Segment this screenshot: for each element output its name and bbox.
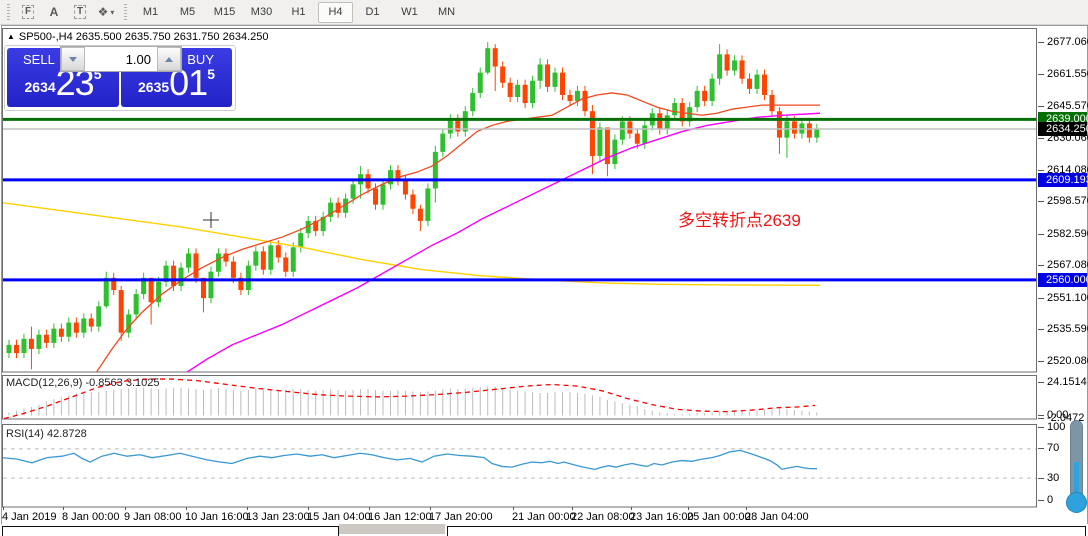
volume-decrease-button[interactable] (61, 47, 85, 71)
docked-window-divider (339, 524, 445, 534)
price-axis-tick: 2567.080 (1047, 259, 1088, 271)
date-axis-label: 15 Jan 04:00 (307, 511, 371, 523)
dropdown-caret-icon: ▾ (110, 8, 114, 17)
date-axis-label: 17 Jan 20:00 (429, 511, 493, 523)
docked-windows-strip (0, 524, 1088, 534)
timeframe-d1[interactable]: D1 (355, 2, 390, 23)
date-axis-label: 16 Jan 12:00 (368, 511, 432, 523)
rsi-axis-tick: 0 (1047, 494, 1053, 506)
chart-shift-icon[interactable]: F (16, 2, 40, 22)
date-axis-label: 8 Jan 00:00 (62, 511, 120, 523)
timeframe-toolbar: M1M5M15M30H1H4D1W1MN (132, 2, 465, 23)
date-axis-label: 9 Jan 08:00 (124, 511, 182, 523)
price-axis-tick: 2598.570 (1047, 195, 1088, 207)
mt4-terminal: { "toolbar": { "tools": [ {"name": "char… (0, 0, 1088, 534)
buy-price-small: 2635 (138, 79, 169, 95)
timeframe-m1[interactable]: M1 (133, 2, 168, 23)
price-level-badge: 2634.250 (1038, 122, 1087, 136)
timeframe-w1[interactable]: W1 (392, 2, 427, 23)
text-tool-icon[interactable]: A (42, 2, 66, 22)
date-axis-label: 28 Jan 04:00 (745, 511, 809, 523)
price-axis-tick: 2677.060 (1047, 36, 1088, 48)
arrow-up-icon (165, 57, 173, 62)
price-level-badge: 2609.193 (1038, 173, 1087, 187)
docked-window-edge (2, 526, 339, 536)
rsi-axis-tick: 70 (1047, 442, 1059, 454)
rsi-indicator-label: RSI(14) 42.8728 (6, 428, 87, 440)
date-axis-label: 25 Jan 00:00 (687, 511, 751, 523)
timeframe-m5[interactable]: M5 (170, 2, 205, 23)
date-axis-label: 4 Jan 2019 (2, 511, 56, 523)
chart-text-annotation[interactable]: 多空转折点2639 (678, 206, 801, 231)
price-axis-tick: 2535.590 (1047, 323, 1088, 335)
date-axis-label: 10 Jan 16:00 (185, 511, 249, 523)
thermometer-bulb (1066, 492, 1087, 513)
collapse-panel-icon[interactable]: ▲ (7, 32, 15, 41)
symbol-ohlc-text: SP500-,H4 2635.500 2635.750 2631.750 263… (19, 31, 269, 43)
sell-price-small: 2634 (25, 79, 56, 95)
price-axis-tick: 2661.550 (1047, 68, 1088, 80)
toolbar-grip[interactable] (124, 4, 127, 20)
volume-input[interactable]: 1.00 (85, 47, 157, 71)
date-axis-label: 23 Jan 16:00 (630, 511, 694, 523)
price-axis-tick: 2520.080 (1047, 355, 1088, 367)
text-label-tool-icon[interactable]: T (68, 2, 92, 22)
indicator-cycle-icon[interactable]: ❖▾ (94, 2, 118, 22)
chart-title: ▲ SP500-,H4 2635.500 2635.750 2631.750 26… (7, 31, 268, 43)
timeframe-m15[interactable]: M15 (207, 2, 242, 23)
price-axis-tick: 2582.590 (1047, 228, 1088, 240)
timeframe-m30[interactable]: M30 (244, 2, 279, 23)
price-axis-tick: 2551.100 (1047, 292, 1088, 304)
macd-axis-tick: 24.1514 (1047, 376, 1087, 388)
rsi-axis-tick: 30 (1047, 472, 1059, 484)
timeframe-h1[interactable]: H1 (281, 2, 316, 23)
date-axis-label: 13 Jan 23:00 (246, 511, 310, 523)
one-click-trading-panel: SELL 2634235 BUY 2635015 1.00 (4, 45, 236, 111)
price-level-badge: 2560.000 (1038, 273, 1087, 287)
buy-price-sup: 5 (207, 66, 215, 82)
timeframe-mn[interactable]: MN (429, 2, 464, 23)
timeframe-h4[interactable]: H4 (318, 2, 353, 23)
volume-spinner: 1.00 (60, 46, 182, 72)
toolbar-grip[interactable] (7, 4, 10, 20)
drawing-tools-group: FAT❖▾ (15, 2, 119, 22)
arrow-down-icon (69, 57, 77, 62)
volume-increase-button[interactable] (157, 47, 181, 71)
date-axis-label: 22 Jan 08:00 (571, 511, 635, 523)
macd-indicator-label: MACD(12,26,9) -0.8563 3.1025 (6, 377, 159, 389)
docked-window-edge (447, 526, 1086, 536)
thermometer-icon (1063, 420, 1088, 516)
price-axis-tick: 2645.570 (1047, 100, 1088, 112)
top-toolbar: FAT❖▾ M1M5M15M30H1H4D1W1MN (0, 0, 1088, 25)
date-axis-label: 21 Jan 00:00 (512, 511, 576, 523)
